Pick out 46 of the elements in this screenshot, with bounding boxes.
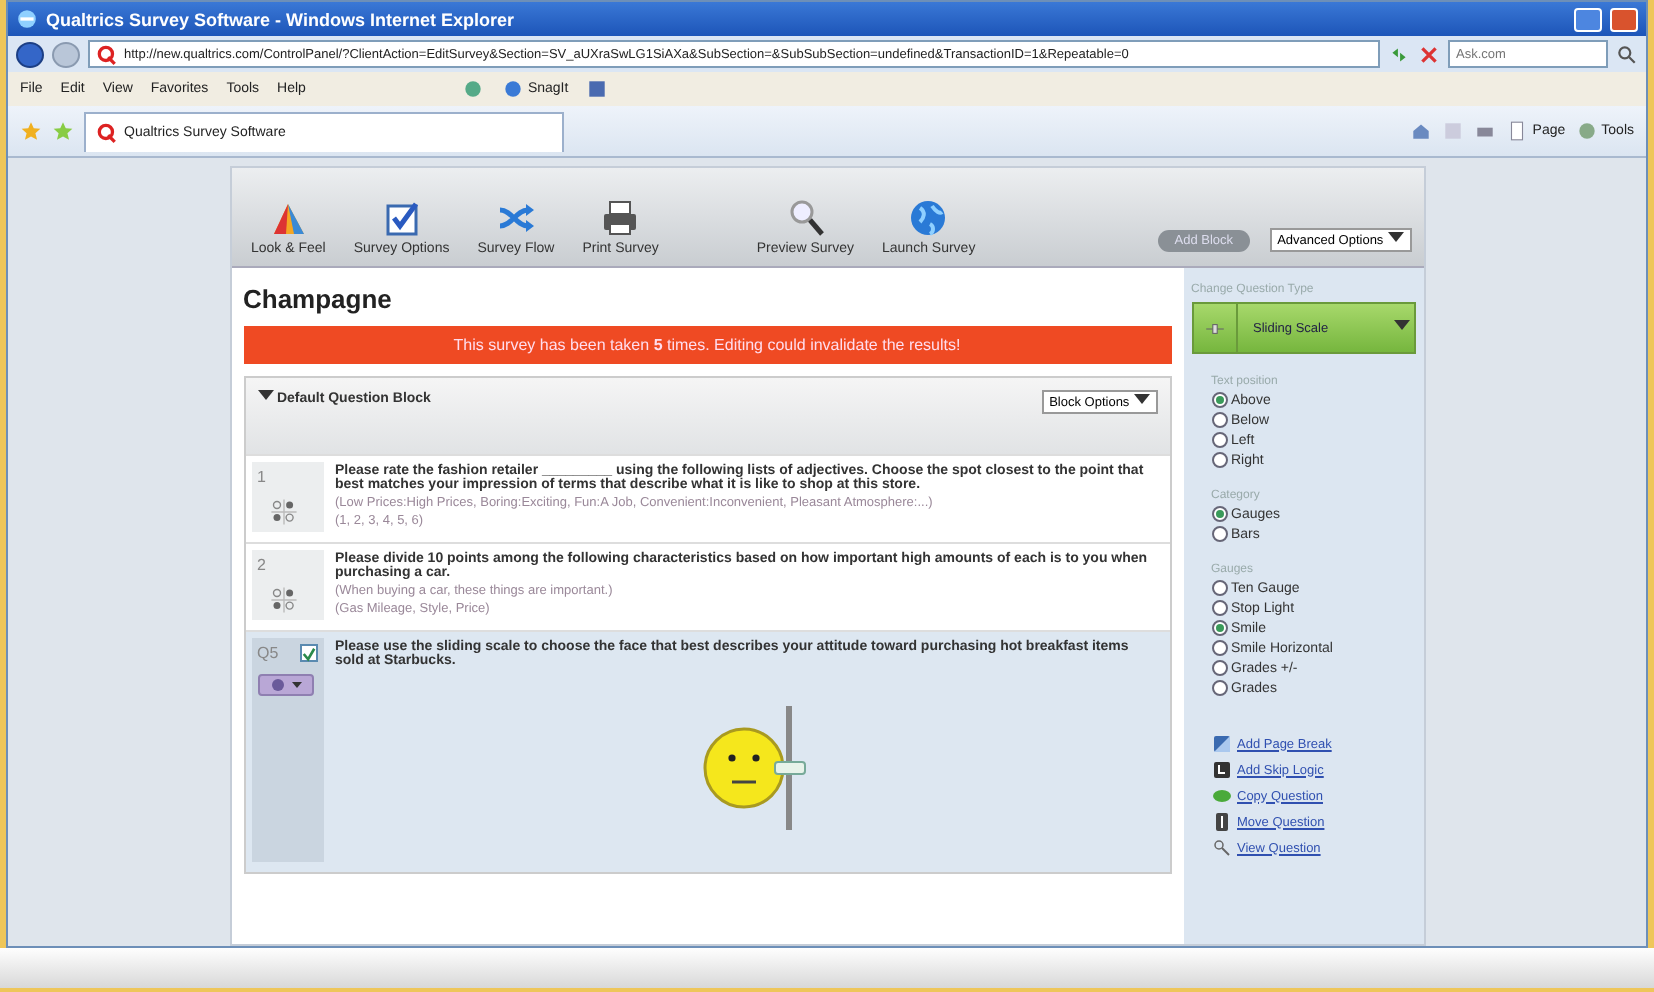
radio-button[interactable] — [1211, 660, 1227, 676]
caret-icon — [1393, 320, 1409, 332]
site-logo-icon — [96, 43, 118, 65]
check-icon — [301, 645, 315, 661]
question-number: 2 — [257, 556, 266, 574]
radio-button[interactable] — [1211, 432, 1227, 448]
radio-grid-icon — [269, 498, 297, 526]
warning-banner: This survey has been taken 5 times. Editing could invalidate the results! — [243, 326, 1171, 364]
gear-dropdown-button[interactable] — [257, 674, 313, 696]
radio-button[interactable] — [1211, 392, 1227, 408]
minimize-button[interactable] — [1574, 7, 1602, 31]
leaf-icon — [1211, 786, 1231, 806]
close-button[interactable] — [1610, 7, 1638, 31]
radio-button[interactable] — [1211, 620, 1227, 636]
radio-button[interactable] — [1211, 452, 1227, 468]
browser-logo-icon — [16, 8, 38, 30]
back-button[interactable] — [16, 41, 44, 67]
question-number: Q5 — [257, 644, 279, 662]
globe-icon — [906, 198, 951, 238]
page-icon — [1506, 120, 1529, 142]
home-icon[interactable] — [1410, 120, 1433, 142]
survey-title: Champagne — [243, 284, 394, 314]
move-icon — [1211, 812, 1231, 832]
close-icon[interactable] — [1418, 43, 1440, 65]
window-title: Qualtrics Survey Software - Windows Internet Explorer — [46, 9, 514, 29]
neutral-face-icon — [701, 725, 785, 809]
radio-button[interactable] — [1211, 526, 1227, 542]
radio-grid-icon — [269, 586, 297, 614]
caret-icon — [257, 390, 273, 402]
radio-button[interactable] — [1211, 506, 1227, 522]
radio-button[interactable] — [1211, 580, 1227, 596]
site-logo-icon — [96, 121, 118, 143]
caret-icon — [1387, 232, 1403, 244]
caret-icon — [1133, 394, 1149, 406]
star-icon[interactable] — [20, 120, 42, 142]
magnifier-icon — [1211, 838, 1231, 858]
question-number: 1 — [257, 468, 266, 486]
radio-button[interactable] — [1211, 640, 1227, 656]
radio-button[interactable] — [1211, 680, 1227, 696]
refresh-icon[interactable] — [1388, 43, 1410, 65]
radio-button[interactable] — [1211, 412, 1227, 428]
radio-button[interactable] — [1211, 600, 1227, 616]
search-icon[interactable] — [1616, 43, 1638, 65]
question-checkbox[interactable] — [299, 644, 317, 662]
page-break-icon — [1211, 734, 1231, 754]
skip-arrow-icon — [1211, 760, 1231, 780]
